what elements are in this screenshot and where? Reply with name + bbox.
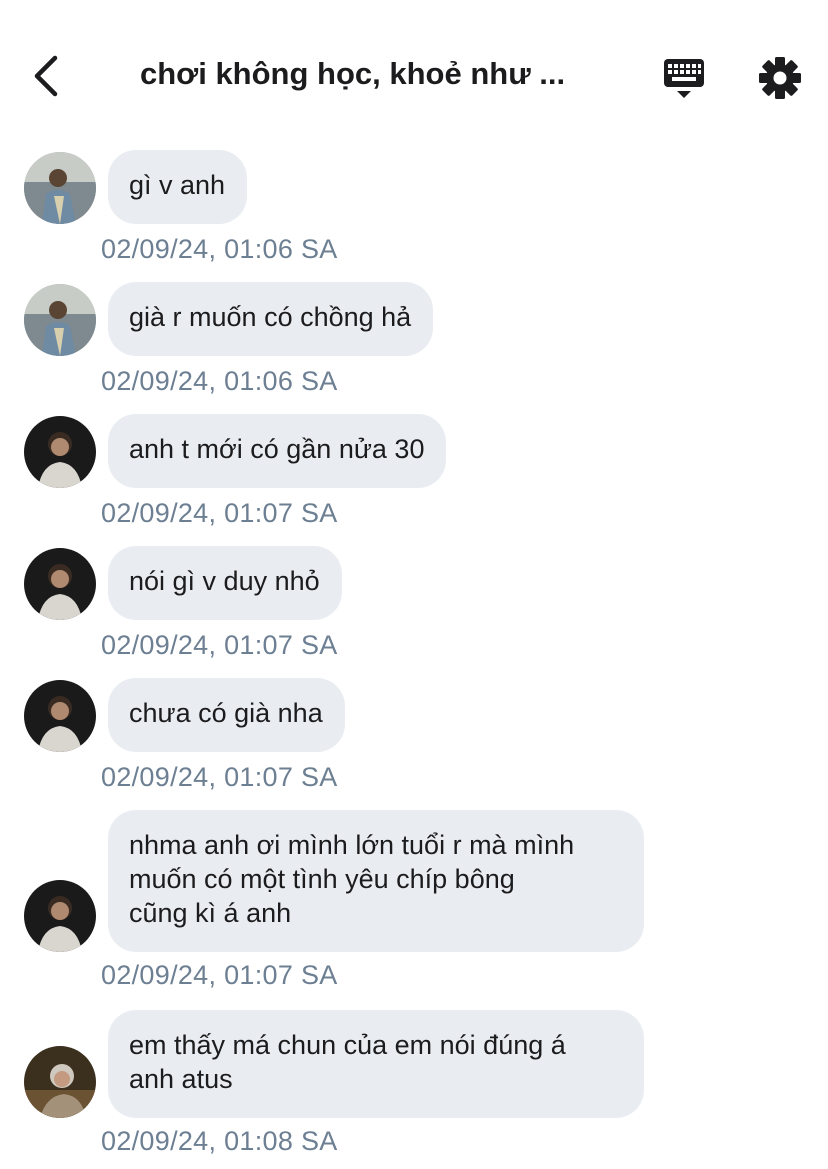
message-timestamp: 02/09/24, 01:06 SA [101,366,338,396]
message-bubble[interactable]: em thấy má chun của em nói đúng á anh at… [108,1010,644,1118]
message-bubble[interactable]: nói gì v duy nhỏ [108,546,342,620]
avatar[interactable] [24,284,96,356]
page-title: chơi không học, khoẻ như ... [140,56,566,91]
message-line: anh atus [129,1064,233,1094]
message-timestamp: 02/09/24, 01:07 SA [101,498,338,528]
gear-icon [759,57,801,99]
message-text: gì v anh [129,170,226,200]
message-text: chưa có già nha [129,698,323,728]
back-button[interactable] [26,52,66,100]
avatar[interactable] [24,152,96,224]
message-line: em thấy má chun của em nói đúng á [129,1030,566,1060]
message-timestamp: 02/09/24, 01:07 SA [101,960,338,990]
message-bubble[interactable]: chưa có già nha [108,678,345,752]
message-timestamp: 02/09/24, 01:06 SA [101,234,338,264]
chat-header: chơi không học, khoẻ như ... [0,0,828,140]
message-text: anh t mới có gần nửa 30 [129,434,425,464]
message-line: nhma anh ơi mình lớn tuổi r mà mình [129,830,575,860]
keyboard-button[interactable] [658,54,710,104]
message-bubble[interactable]: gì v anh [108,150,248,224]
message-bubble[interactable]: già r muốn có chồng hả [108,282,434,356]
avatar[interactable] [24,416,96,488]
message-timestamp: 02/09/24, 01:07 SA [101,630,338,660]
message-line: muốn có một tình yêu chíp bông [129,864,515,894]
keyboard-icon [664,59,704,98]
message-timestamp: 02/09/24, 01:08 SA [101,1126,338,1156]
chevron-left-icon [34,55,58,97]
avatar[interactable] [24,1046,96,1118]
settings-button[interactable] [756,54,804,102]
message-bubble[interactable]: anh t mới có gần nửa 30 [108,414,447,488]
message-text: già r muốn có chồng hả [129,302,412,332]
message-line: cũng kì á anh [129,898,292,928]
message-timestamp: 02/09/24, 01:07 SA [101,762,338,792]
avatar[interactable] [24,680,96,752]
avatar[interactable] [24,880,96,952]
avatar[interactable] [24,548,96,620]
message-text: nói gì v duy nhỏ [129,566,320,596]
message-bubble[interactable]: nhma anh ơi mình lớn tuổi r mà mình muốn… [108,810,644,952]
